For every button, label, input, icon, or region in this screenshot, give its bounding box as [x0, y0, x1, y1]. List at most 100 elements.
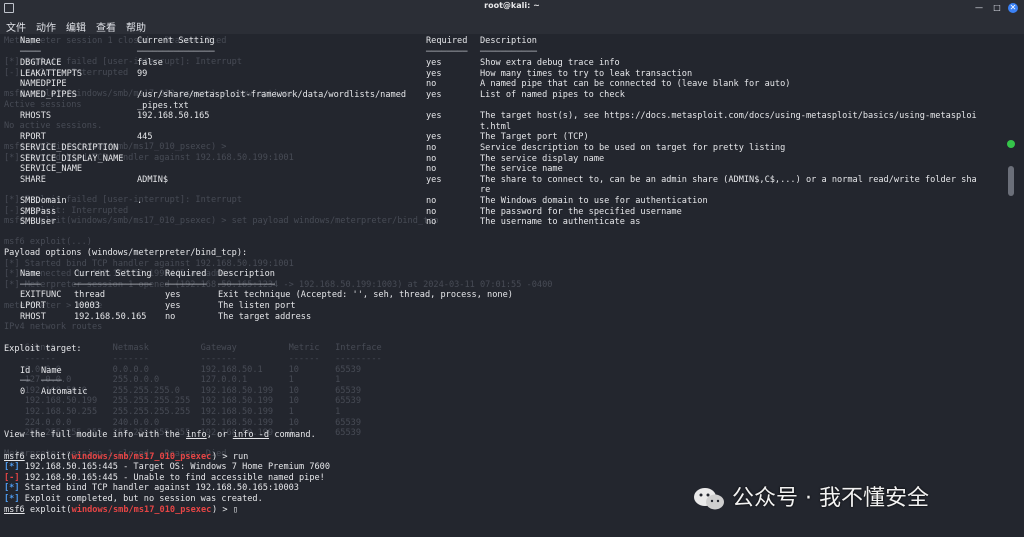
header-underline: ─────────── — [480, 46, 537, 57]
payload-cell: EXITFUNC — [20, 290, 62, 301]
option-cell: . — [137, 196, 143, 207]
payload-cell: The listen port — [218, 301, 296, 311]
header-underline: ─────────────── — [74, 279, 152, 290]
maximize-button[interactable]: □ — [992, 3, 1002, 13]
prompt-msf: msf6 — [4, 504, 25, 515]
option-cell: yes — [426, 174, 442, 185]
option-cell: NAMEDPIPE — [20, 79, 67, 90]
option-cell: yes — [426, 132, 442, 143]
option-cell: The Windows domain to use for authentica… — [480, 196, 708, 207]
info-text: View the full module info with the — [4, 430, 186, 441]
terminal-output[interactable]: Meterpreter session 1 closed. Reason: Di… — [0, 34, 1000, 537]
column-header: Required — [426, 36, 468, 46]
column-header: Current Setting — [137, 36, 215, 46]
ghost-line: msf6 exploit(...) — [4, 237, 92, 248]
ghost-line: ------ ------- ------- ------ --------- — [4, 354, 382, 364]
menu-view[interactable]: 查看 — [96, 19, 116, 34]
payload-cell: LPORT — [20, 301, 46, 311]
option-cell: yes — [426, 90, 442, 101]
ghost-line: [*] Started bind TCP handler against 192… — [4, 258, 294, 269]
payload-cell: no — [165, 311, 176, 322]
prompt-module: windows/smb/ms17_010_psexec — [71, 504, 212, 515]
prompt-text: exploit( — [24, 504, 72, 515]
option-cell: 445 — [137, 132, 153, 143]
option-cell: no — [426, 153, 437, 164]
payload-cell: 10003 — [74, 301, 100, 311]
option-cell: The target host(s), see https://docs.met… — [480, 111, 977, 122]
target-heading: Exploit target: — [4, 344, 82, 355]
column-header: Description — [218, 269, 275, 280]
option-cell: yes — [426, 68, 442, 79]
output-text: 192.168.50.165:445 - Target OS: Windows … — [19, 462, 331, 473]
menu-file[interactable]: 文件 — [6, 19, 26, 34]
column-header: Name — [20, 36, 41, 46]
scrollbar-thumb[interactable] — [1008, 166, 1014, 196]
header-underline: ──── — [20, 279, 41, 290]
header-underline: ─────────── — [218, 279, 275, 290]
option-cell: Service description to be used on target… — [480, 143, 786, 154]
status-tag: [-] — [4, 472, 20, 483]
header-underline: ─────────────── — [137, 46, 215, 57]
option-cell: re — [480, 185, 491, 196]
payload-cell: RHOST — [20, 311, 46, 322]
option-cell: SERVICE_NAME — [20, 164, 83, 175]
option-cell: no — [426, 196, 437, 207]
output-text: Started bind TCP handler against 192.168… — [19, 483, 299, 494]
column-header: Id — [20, 365, 31, 376]
option-cell: no — [426, 143, 437, 154]
menu-help[interactable]: 帮助 — [126, 19, 146, 34]
header-underline: ──── — [41, 376, 62, 387]
option-cell: How many times to try to leak transactio… — [480, 68, 693, 79]
command-input: run — [232, 451, 249, 462]
title-bar: root@kali: ~ — □ ✕ — [0, 0, 1024, 16]
output-text: Exploit completed, but no session was cr… — [19, 493, 263, 504]
status-tag: [*] — [4, 462, 20, 473]
ghost-line: No active sessions. — [4, 120, 103, 131]
option-cell: SERVICE_DISPLAY_NAME — [20, 153, 124, 164]
scrollbar[interactable] — [1000, 34, 1024, 537]
payload-cell: 192.168.50.165 — [74, 311, 147, 322]
option-cell: yes — [426, 111, 442, 122]
option-cell: no — [426, 206, 437, 217]
option-cell: DBGTRACE — [20, 58, 62, 69]
option-cell: no — [426, 164, 437, 175]
target-cell: Automatic — [41, 386, 88, 397]
payload-heading: Payload options (windows/meterpreter/bin… — [4, 248, 248, 258]
column-header: Name — [41, 365, 62, 376]
ghost-line: msf6 exploit(windows/smb/ms17_010_psexec… — [4, 216, 439, 227]
info-command: info — [186, 430, 207, 441]
ghost-line: 224.0.0.0 240.0.0.0 192.168.50.199 10 65… — [4, 417, 361, 428]
option-cell: The service name — [480, 164, 563, 175]
info-text: command. — [269, 430, 316, 441]
option-cell: yes — [426, 58, 442, 69]
column-header: Name — [20, 269, 41, 280]
header-underline: ──── — [20, 46, 41, 57]
menu-edit[interactable]: 编辑 — [66, 19, 86, 34]
option-cell: RPORT — [20, 132, 46, 143]
payload-cell: Exit technique (Accepted: '', seh, threa… — [218, 290, 513, 301]
option-cell: A named pipe that can be connected to (l… — [480, 79, 791, 90]
close-button[interactable]: ✕ — [1008, 3, 1018, 13]
column-header: Current Setting — [74, 269, 152, 280]
minimize-button[interactable]: — — [974, 3, 984, 13]
payload-cell: thread — [74, 290, 106, 301]
option-cell: no — [426, 79, 437, 90]
info-text: , or — [206, 430, 233, 441]
option-cell: 192.168.50.165 — [137, 111, 210, 122]
menu-action[interactable]: 动作 — [36, 19, 56, 34]
info-command: info -d — [232, 430, 270, 441]
output-text: 192.168.50.165:445 - Unable to find acce… — [19, 472, 325, 483]
prompt-msf: msf6 — [4, 451, 25, 462]
column-header: Required — [165, 269, 207, 280]
option-cell: SHARE — [20, 174, 46, 185]
ghost-line: 192.168.50.255 255.255.255.255 192.168.5… — [4, 407, 341, 417]
payload-cell: yes — [165, 301, 181, 311]
option-cell: RHOSTS — [20, 111, 52, 122]
option-cell: SMBPass — [20, 206, 57, 217]
watermark-text: 公众号 · 我不懂安全 — [732, 486, 929, 511]
terminal-cursor: ▯ — [232, 504, 238, 515]
option-cell: ADMIN$ — [137, 174, 169, 185]
header-underline: ──────── — [165, 279, 207, 290]
option-cell: t.html — [480, 121, 512, 132]
option-cell: NAMED_PIPES — [20, 90, 77, 101]
